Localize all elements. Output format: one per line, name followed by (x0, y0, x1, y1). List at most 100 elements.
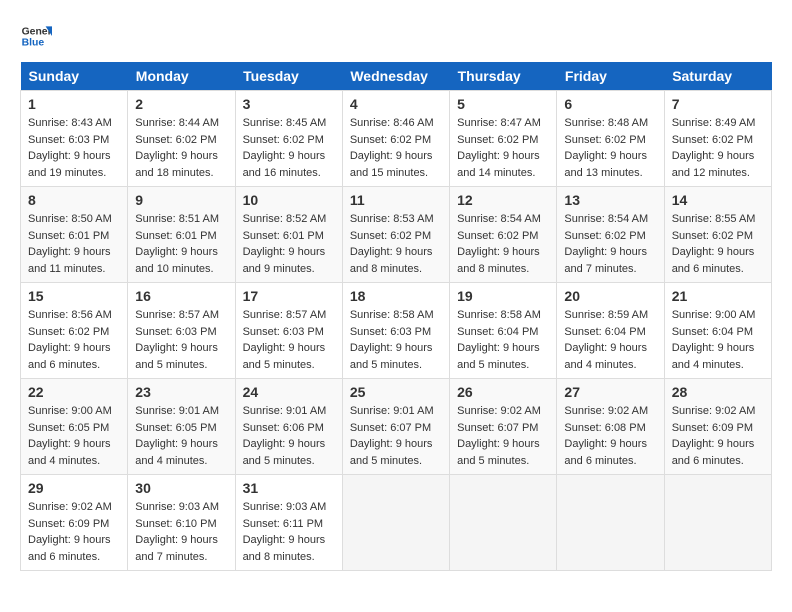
day-info: Sunrise: 9:02 AM Sunset: 6:08 PM Dayligh… (564, 403, 656, 469)
day-info: Sunrise: 8:52 AM Sunset: 6:01 PM Dayligh… (243, 211, 335, 277)
day-info: Sunrise: 8:43 AM Sunset: 6:03 PM Dayligh… (28, 115, 120, 181)
day-info: Sunrise: 8:49 AM Sunset: 6:02 PM Dayligh… (672, 115, 764, 181)
day-number: 29 (28, 480, 120, 496)
day-info: Sunrise: 8:57 AM Sunset: 6:03 PM Dayligh… (135, 307, 227, 373)
header-sunday: Sunday (21, 62, 128, 91)
day-info: Sunrise: 8:45 AM Sunset: 6:02 PM Dayligh… (243, 115, 335, 181)
day-info: Sunrise: 8:59 AM Sunset: 6:04 PM Dayligh… (564, 307, 656, 373)
calendar-day: 30 Sunrise: 9:03 AM Sunset: 6:10 PM Dayl… (128, 475, 235, 571)
day-number: 25 (350, 384, 442, 400)
day-info: Sunrise: 9:01 AM Sunset: 6:05 PM Dayligh… (135, 403, 227, 469)
calendar-day: 17 Sunrise: 8:57 AM Sunset: 6:03 PM Dayl… (235, 283, 342, 379)
day-number: 15 (28, 288, 120, 304)
header-tuesday: Tuesday (235, 62, 342, 91)
calendar-day: 5 Sunrise: 8:47 AM Sunset: 6:02 PM Dayli… (450, 91, 557, 187)
header-monday: Monday (128, 62, 235, 91)
calendar-day: 14 Sunrise: 8:55 AM Sunset: 6:02 PM Dayl… (664, 187, 771, 283)
calendar-day (450, 475, 557, 571)
day-number: 18 (350, 288, 442, 304)
calendar-day: 28 Sunrise: 9:02 AM Sunset: 6:09 PM Dayl… (664, 379, 771, 475)
calendar-day: 1 Sunrise: 8:43 AM Sunset: 6:03 PM Dayli… (21, 91, 128, 187)
day-info: Sunrise: 9:01 AM Sunset: 6:07 PM Dayligh… (350, 403, 442, 469)
day-number: 13 (564, 192, 656, 208)
day-info: Sunrise: 9:03 AM Sunset: 6:10 PM Dayligh… (135, 499, 227, 565)
day-number: 31 (243, 480, 335, 496)
calendar-day: 27 Sunrise: 9:02 AM Sunset: 6:08 PM Dayl… (557, 379, 664, 475)
calendar-day: 11 Sunrise: 8:53 AM Sunset: 6:02 PM Dayl… (342, 187, 449, 283)
day-number: 17 (243, 288, 335, 304)
calendar-day: 20 Sunrise: 8:59 AM Sunset: 6:04 PM Dayl… (557, 283, 664, 379)
day-number: 21 (672, 288, 764, 304)
weekday-header-row: Sunday Monday Tuesday Wednesday Thursday… (21, 62, 772, 91)
calendar-day: 2 Sunrise: 8:44 AM Sunset: 6:02 PM Dayli… (128, 91, 235, 187)
day-info: Sunrise: 9:02 AM Sunset: 6:09 PM Dayligh… (28, 499, 120, 565)
day-number: 4 (350, 96, 442, 112)
calendar-day: 4 Sunrise: 8:46 AM Sunset: 6:02 PM Dayli… (342, 91, 449, 187)
day-info: Sunrise: 8:51 AM Sunset: 6:01 PM Dayligh… (135, 211, 227, 277)
calendar-day: 7 Sunrise: 8:49 AM Sunset: 6:02 PM Dayli… (664, 91, 771, 187)
calendar-week-row: 22 Sunrise: 9:00 AM Sunset: 6:05 PM Dayl… (21, 379, 772, 475)
day-number: 6 (564, 96, 656, 112)
day-info: Sunrise: 8:57 AM Sunset: 6:03 PM Dayligh… (243, 307, 335, 373)
day-number: 8 (28, 192, 120, 208)
calendar-day: 29 Sunrise: 9:02 AM Sunset: 6:09 PM Dayl… (21, 475, 128, 571)
day-number: 10 (243, 192, 335, 208)
calendar-day: 8 Sunrise: 8:50 AM Sunset: 6:01 PM Dayli… (21, 187, 128, 283)
svg-text:Blue: Blue (22, 38, 45, 49)
calendar-week-row: 8 Sunrise: 8:50 AM Sunset: 6:01 PM Dayli… (21, 187, 772, 283)
day-number: 20 (564, 288, 656, 304)
day-info: Sunrise: 8:54 AM Sunset: 6:02 PM Dayligh… (457, 211, 549, 277)
calendar-day: 25 Sunrise: 9:01 AM Sunset: 6:07 PM Dayl… (342, 379, 449, 475)
calendar-week-row: 15 Sunrise: 8:56 AM Sunset: 6:02 PM Dayl… (21, 283, 772, 379)
day-number: 14 (672, 192, 764, 208)
day-number: 19 (457, 288, 549, 304)
day-number: 30 (135, 480, 227, 496)
logo: General Blue (20, 20, 52, 52)
day-info: Sunrise: 8:54 AM Sunset: 6:02 PM Dayligh… (564, 211, 656, 277)
day-info: Sunrise: 9:03 AM Sunset: 6:11 PM Dayligh… (243, 499, 335, 565)
day-info: Sunrise: 8:56 AM Sunset: 6:02 PM Dayligh… (28, 307, 120, 373)
calendar-day: 3 Sunrise: 8:45 AM Sunset: 6:02 PM Dayli… (235, 91, 342, 187)
calendar-day: 9 Sunrise: 8:51 AM Sunset: 6:01 PM Dayli… (128, 187, 235, 283)
calendar-day: 12 Sunrise: 8:54 AM Sunset: 6:02 PM Dayl… (450, 187, 557, 283)
day-info: Sunrise: 8:46 AM Sunset: 6:02 PM Dayligh… (350, 115, 442, 181)
calendar-day: 22 Sunrise: 9:00 AM Sunset: 6:05 PM Dayl… (21, 379, 128, 475)
day-number: 24 (243, 384, 335, 400)
day-number: 7 (672, 96, 764, 112)
day-number: 28 (672, 384, 764, 400)
day-number: 2 (135, 96, 227, 112)
day-info: Sunrise: 8:48 AM Sunset: 6:02 PM Dayligh… (564, 115, 656, 181)
day-number: 26 (457, 384, 549, 400)
logo-icon: General Blue (20, 20, 52, 52)
day-info: Sunrise: 9:02 AM Sunset: 6:07 PM Dayligh… (457, 403, 549, 469)
day-number: 9 (135, 192, 227, 208)
day-info: Sunrise: 8:58 AM Sunset: 6:03 PM Dayligh… (350, 307, 442, 373)
calendar-day (557, 475, 664, 571)
day-info: Sunrise: 9:02 AM Sunset: 6:09 PM Dayligh… (672, 403, 764, 469)
header-thursday: Thursday (450, 62, 557, 91)
day-info: Sunrise: 8:44 AM Sunset: 6:02 PM Dayligh… (135, 115, 227, 181)
calendar-day: 24 Sunrise: 9:01 AM Sunset: 6:06 PM Dayl… (235, 379, 342, 475)
calendar-week-row: 1 Sunrise: 8:43 AM Sunset: 6:03 PM Dayli… (21, 91, 772, 187)
day-number: 12 (457, 192, 549, 208)
calendar-day: 21 Sunrise: 9:00 AM Sunset: 6:04 PM Dayl… (664, 283, 771, 379)
calendar-day: 16 Sunrise: 8:57 AM Sunset: 6:03 PM Dayl… (128, 283, 235, 379)
day-info: Sunrise: 8:55 AM Sunset: 6:02 PM Dayligh… (672, 211, 764, 277)
day-info: Sunrise: 8:50 AM Sunset: 6:01 PM Dayligh… (28, 211, 120, 277)
day-number: 3 (243, 96, 335, 112)
calendar-day: 15 Sunrise: 8:56 AM Sunset: 6:02 PM Dayl… (21, 283, 128, 379)
day-number: 5 (457, 96, 549, 112)
header-friday: Friday (557, 62, 664, 91)
day-number: 22 (28, 384, 120, 400)
calendar-day: 6 Sunrise: 8:48 AM Sunset: 6:02 PM Dayli… (557, 91, 664, 187)
calendar-day: 13 Sunrise: 8:54 AM Sunset: 6:02 PM Dayl… (557, 187, 664, 283)
day-info: Sunrise: 8:58 AM Sunset: 6:04 PM Dayligh… (457, 307, 549, 373)
calendar-day: 10 Sunrise: 8:52 AM Sunset: 6:01 PM Dayl… (235, 187, 342, 283)
calendar-day: 19 Sunrise: 8:58 AM Sunset: 6:04 PM Dayl… (450, 283, 557, 379)
calendar-day: 23 Sunrise: 9:01 AM Sunset: 6:05 PM Dayl… (128, 379, 235, 475)
day-info: Sunrise: 9:01 AM Sunset: 6:06 PM Dayligh… (243, 403, 335, 469)
calendar-day (664, 475, 771, 571)
day-number: 23 (135, 384, 227, 400)
calendar-day: 31 Sunrise: 9:03 AM Sunset: 6:11 PM Dayl… (235, 475, 342, 571)
day-number: 16 (135, 288, 227, 304)
